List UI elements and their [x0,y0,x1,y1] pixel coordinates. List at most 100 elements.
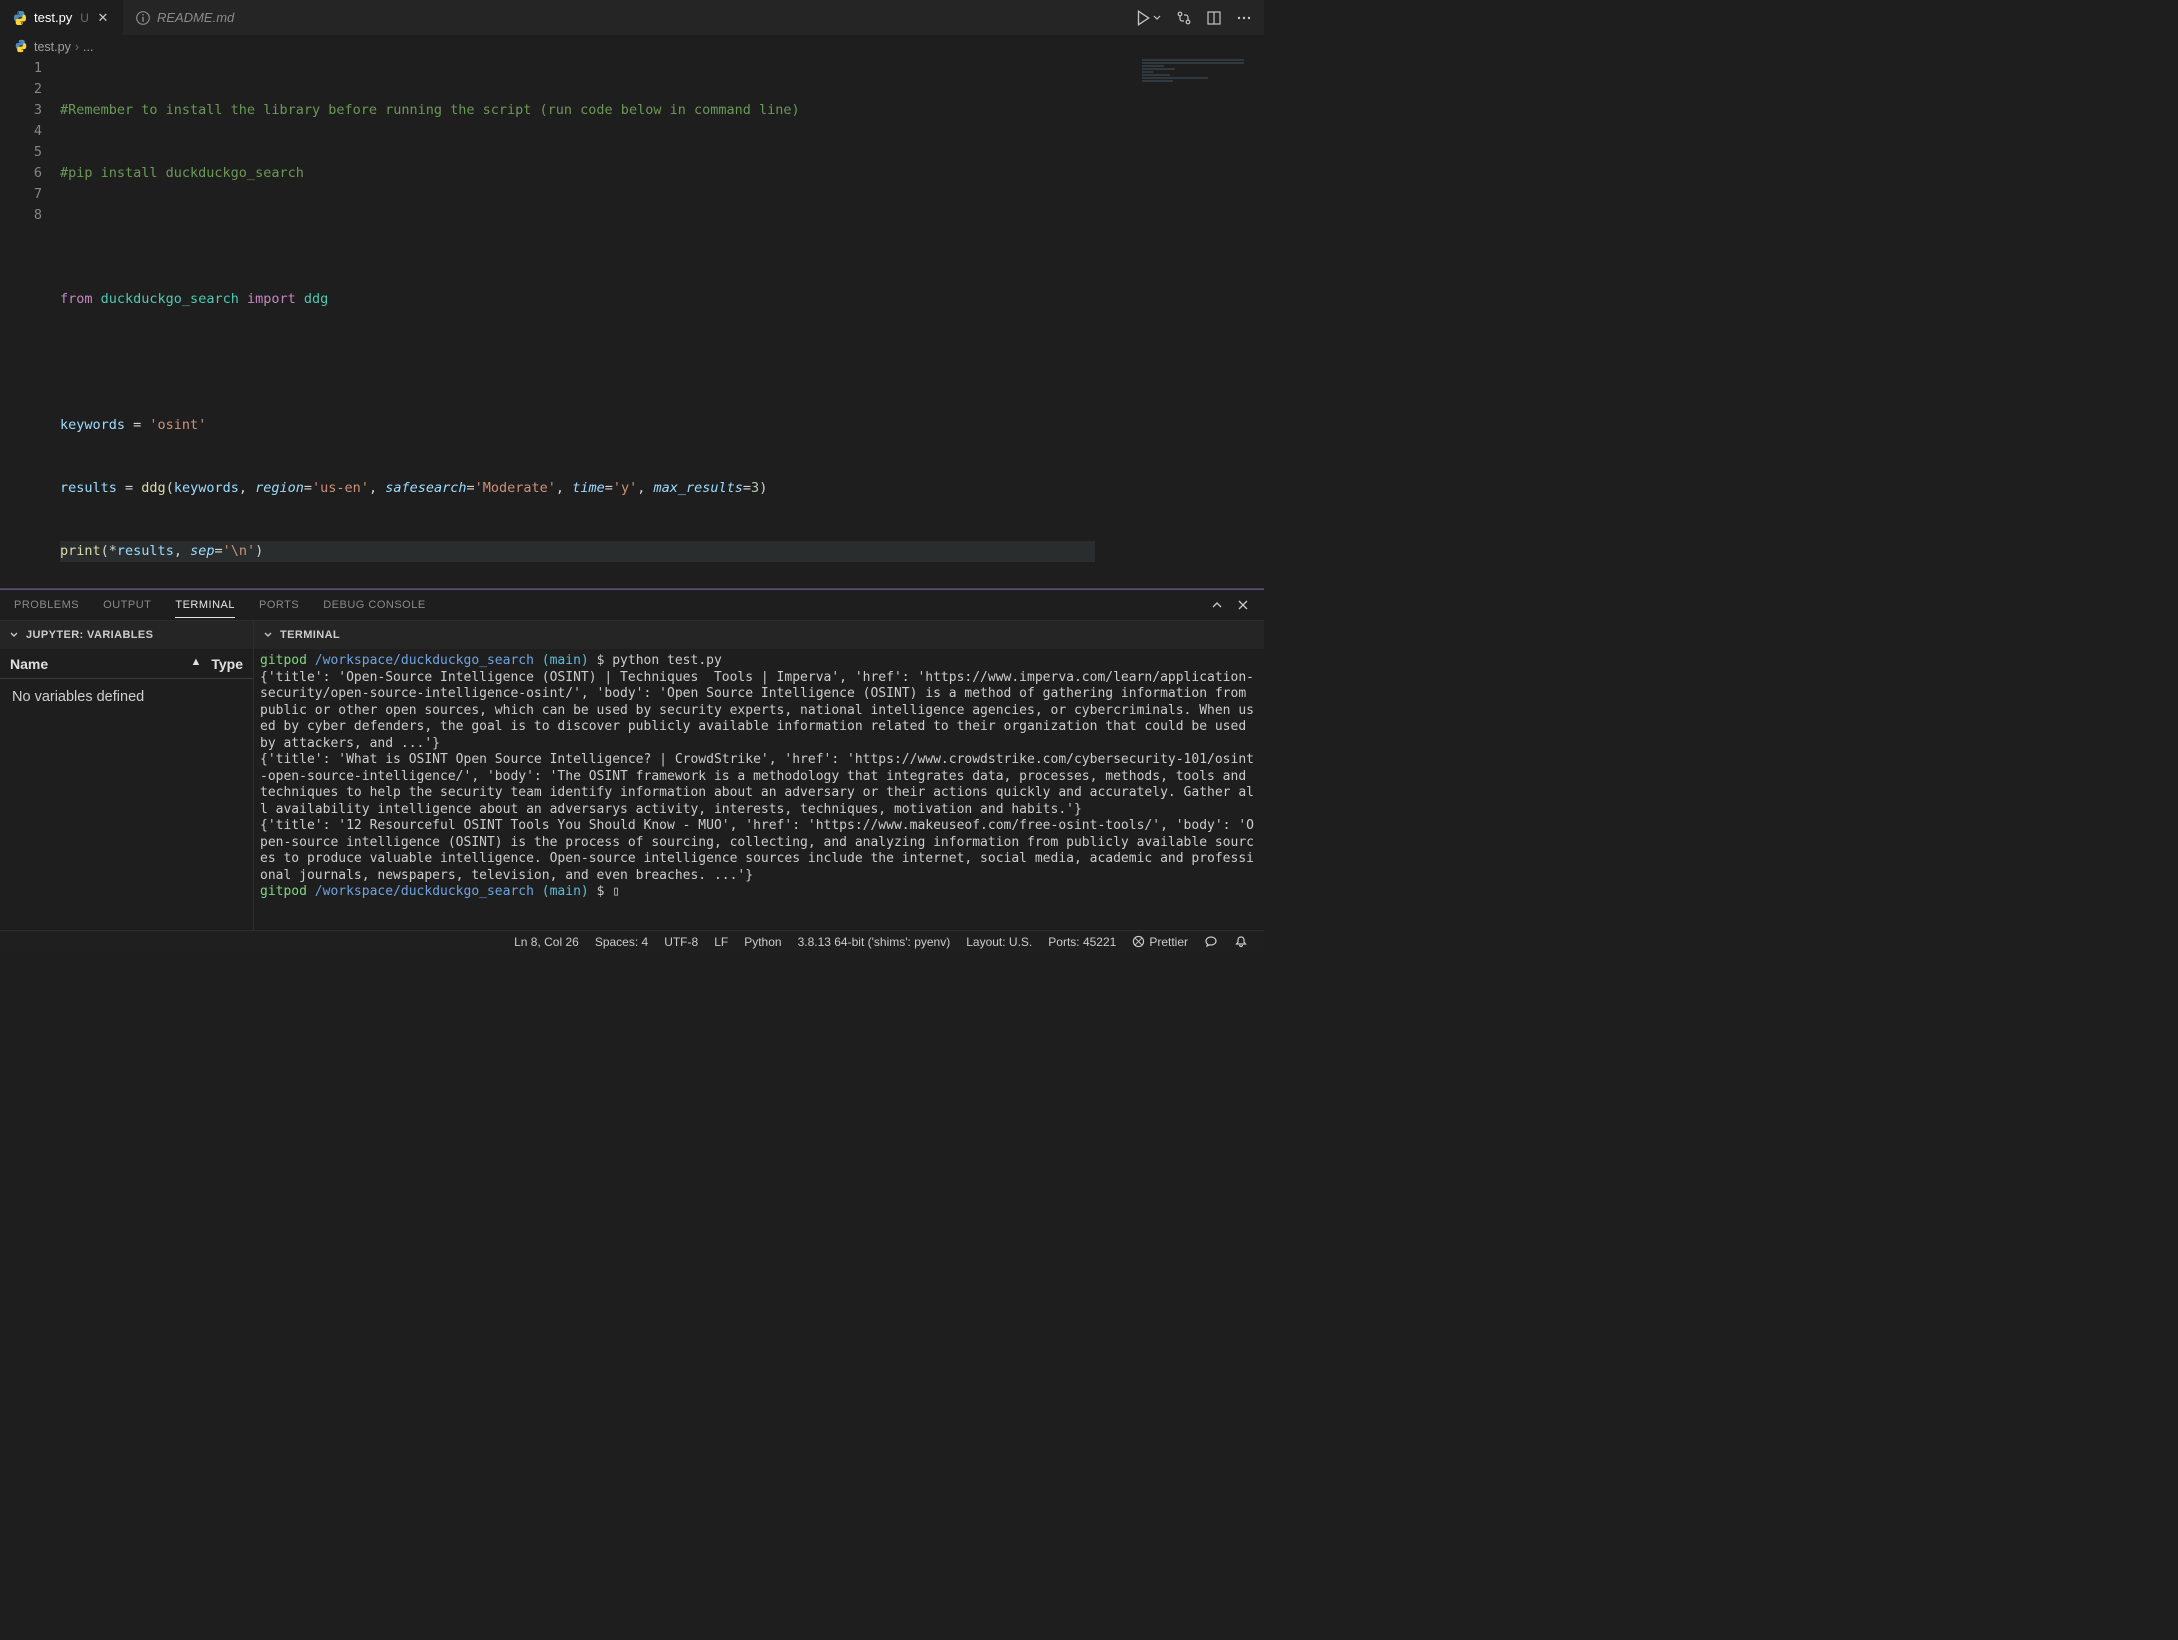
git-compare-icon[interactable] [1176,10,1192,26]
tab-readme[interactable]: README.md [123,0,246,36]
col-name[interactable]: Name [10,656,48,672]
bottom-panel: PROBLEMS OUTPUT TERMINAL PORTS DEBUG CON… [0,588,1264,930]
chevron-right-icon: › [75,40,79,54]
panel-tabs: PROBLEMS OUTPUT TERMINAL PORTS DEBUG CON… [0,589,1264,621]
close-panel-icon[interactable] [1236,598,1250,612]
tab-ports[interactable]: PORTS [259,593,299,617]
prompt-symbol: $ [597,653,605,668]
status-spaces[interactable]: Spaces: 4 [587,935,656,949]
terminal-panel: TERMINAL gitpod /workspace/duckduckgo_se… [254,621,1264,930]
cursor: ▯ [612,884,620,899]
str: 'osint' [149,417,206,433]
prompt-path: /workspace/duckduckgo_search [315,653,534,668]
num: 3 [751,480,759,496]
terminal-line: {'title': '12 Resourceful OSINT Tools Yo… [260,818,1254,883]
more-icon[interactable] [1236,10,1252,26]
prettier-icon [1132,935,1145,948]
arg: keywords [174,480,239,496]
line-number: 2 [0,79,42,100]
python-file-icon [12,10,28,26]
status-ln-col[interactable]: Ln 8, Col 26 [506,935,587,949]
status-prettier[interactable]: Prettier [1124,935,1196,949]
prompt-path: /workspace/duckduckgo_search [315,884,534,899]
split-editor-icon[interactable] [1206,10,1222,26]
editor-actions [1134,9,1264,27]
arg: results [117,543,174,559]
terminal-output[interactable]: gitpod /workspace/duckduckgo_search (mai… [254,649,1264,930]
breadcrumb-more: ... [83,40,93,54]
status-language[interactable]: Python [736,935,789,949]
line-number: 8 [0,205,42,226]
sort-icon[interactable]: ▲ [190,656,201,672]
line-number: 3 [0,100,42,121]
p: , [239,480,255,496]
line-gutter: 1 2 3 4 5 6 7 8 [0,58,60,588]
str: 'y' [613,480,637,496]
tab-label: test.py [34,10,72,25]
p: , [637,480,653,496]
code-editor[interactable]: 1 2 3 4 5 6 7 8 #Remember to install the… [0,58,1264,588]
terminal-title: TERMINAL [280,629,340,641]
minimap[interactable] [1138,58,1248,588]
prompt-symbol: $ [597,884,605,899]
p: , [556,480,572,496]
terminal-header[interactable]: TERMINAL [254,621,1264,649]
line-number: 1 [0,58,42,79]
tab-modified-indicator: U [80,11,89,25]
breadcrumb[interactable]: test.py › ... [0,36,1264,58]
str: 'Moderate' [475,480,556,496]
status-python-env[interactable]: 3.8.13 64-bit ('shims': pyenv) [790,935,959,949]
status-bar: Ln 8, Col 26 Spaces: 4 UTF-8 LF Python 3… [0,930,1264,952]
prettier-label: Prettier [1149,935,1188,949]
p: = [605,480,613,496]
p: ) [759,480,767,496]
tab-terminal[interactable]: TERMINAL [175,593,235,618]
p: ) [255,543,263,559]
jupyter-empty: No variables defined [0,679,253,715]
line-number: 7 [0,184,42,205]
terminal-line: {'title': 'What is OSINT Open Source Int… [260,752,1254,817]
status-encoding[interactable]: UTF-8 [656,935,706,949]
op: = [117,480,141,496]
p: = [214,543,222,559]
jupyter-columns: Name ▲ Type [0,649,253,679]
p: = [743,480,751,496]
jupyter-header[interactable]: JUPYTER: VARIABLES [0,621,253,649]
str: 'us-en' [312,480,369,496]
tab-debug-console[interactable]: DEBUG CONSOLE [323,593,425,617]
var: results [60,480,117,496]
chevron-up-icon[interactable] [1210,598,1224,612]
terminal-cmd: python test.py [612,653,722,668]
kw: import [247,291,296,307]
chevron-down-icon [262,629,274,641]
status-ports[interactable]: Ports: 45221 [1040,935,1124,949]
status-layout[interactable]: Layout: U.S. [958,935,1040,949]
p: , [174,543,190,559]
tab-test-py[interactable]: test.py U ✕ [0,0,123,36]
fn: print [60,543,101,559]
line-number: 6 [0,163,42,184]
fn: ddg [141,480,165,496]
prompt-user: gitpod [260,653,307,668]
p: ( [101,543,109,559]
kwarg: time [572,480,605,496]
comment: #pip install duckduckgo_search [60,165,304,181]
col-type[interactable]: Type [211,656,243,672]
tab-problems[interactable]: PROBLEMS [14,593,79,617]
line-number: 4 [0,121,42,142]
info-file-icon [135,10,151,26]
str: '\n' [223,543,256,559]
status-bell-icon[interactable] [1226,935,1256,949]
python-file-icon [14,39,30,55]
close-icon[interactable]: ✕ [95,10,111,26]
kw: from [60,291,93,307]
status-eol[interactable]: LF [706,935,736,949]
p: = [467,480,475,496]
editor-tab-bar: test.py U ✕ README.md [0,0,1264,36]
tab-output[interactable]: OUTPUT [103,593,151,617]
op: = [125,417,149,433]
run-icon[interactable] [1134,9,1162,27]
status-feedback-icon[interactable] [1196,935,1226,949]
comment: #Remember to install the library before … [60,102,800,118]
code-content[interactable]: #Remember to install the library before … [60,58,1264,588]
